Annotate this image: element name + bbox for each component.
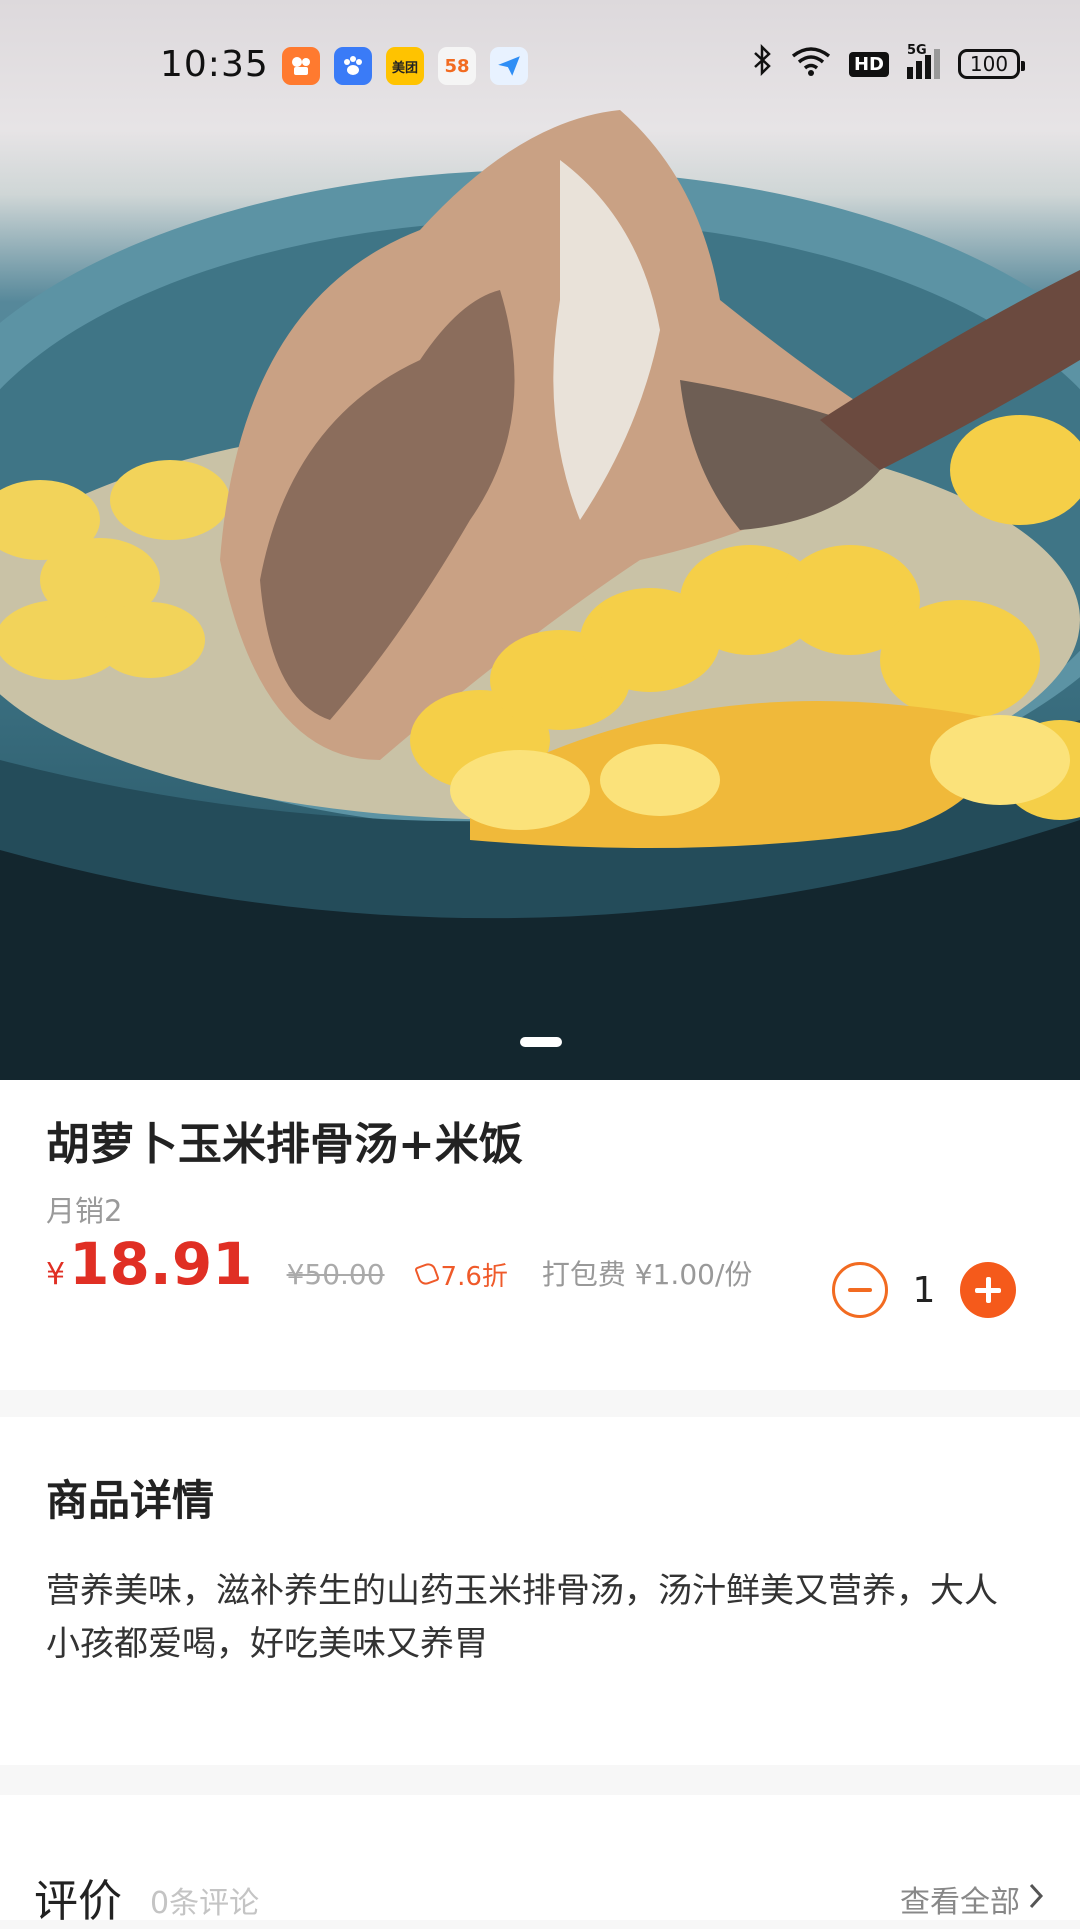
reviews-section: 评价 0条评论 查看全部 [0, 1795, 1080, 1927]
details-description: 营养美味，滋补养生的山药玉米排骨汤，汤汁鲜美又营养，大人小孩都爱喝，好吃美味又养… [46, 1571, 998, 1664]
original-price: ¥50.00 [286, 1258, 385, 1291]
baidu-app-icon [334, 47, 372, 85]
plus-icon-vertical [985, 1277, 991, 1303]
view-all-reviews-link[interactable]: 查看全部 [900, 1877, 1044, 1921]
quantity-value: 1 [912, 1269, 936, 1311]
reviews-count: 0条评论 [150, 1886, 260, 1921]
meituan-label: 美团 [391, 60, 418, 76]
kuaishou-app-icon [282, 47, 320, 85]
meituan-app-icon: 美团 [386, 47, 424, 85]
image-page-indicator [520, 1037, 562, 1047]
monthly-sales: 月销2 [46, 1194, 123, 1228]
chevron-right-icon [1028, 1880, 1044, 1918]
price-currency: ¥ [46, 1257, 66, 1292]
minus-icon [848, 1288, 872, 1292]
58-label: 58 [444, 55, 470, 77]
soup-photo [0, 110, 1080, 1080]
status-time: 10:35 [160, 44, 269, 85]
product-info-card: 胡萝卜玉米排骨汤+米饭 月销2 ¥ 18.91 ¥50.00 7.6折 打包费 … [0, 1080, 1080, 1390]
discount-label: 7.6折 [440, 1261, 508, 1292]
quantity-stepper[interactable]: 1 [832, 1262, 1016, 1318]
signal-icon: 5G [907, 43, 940, 79]
status-bar: 10:35 美团 58 HD 5G 100 [0, 0, 1080, 140]
hd-badge: HD [848, 51, 889, 77]
product-title: 胡萝卜玉米排骨汤+米饭 [46, 1119, 523, 1170]
discount-badge: 7.6折 [413, 1256, 508, 1293]
notification-icons: 美团 58 [282, 47, 528, 85]
product-details-card: 商品详情 营养美味，滋补养生的山药玉米排骨汤，汤汁鲜美又营养，大人小孩都爱喝，好… [0, 1417, 1080, 1765]
system-status-icons: HD 5G 100 [751, 43, 1025, 84]
current-price: 18.91 [69, 1230, 253, 1298]
discount-tag-icon [413, 1261, 440, 1287]
network-type: 5G [907, 43, 927, 58]
bluetooth-icon [751, 43, 773, 84]
product-image[interactable] [0, 0, 1080, 1080]
send-app-icon [490, 47, 528, 85]
details-title: 商品详情 [46, 1476, 215, 1525]
wifi-icon [791, 46, 831, 82]
price-row: ¥ 18.91 ¥50.00 7.6折 打包费 ¥1.00/份 [46, 1230, 752, 1298]
reviews-title: 评价 [34, 1876, 122, 1927]
battery-icon: 100 [958, 49, 1025, 79]
packaging-fee: 打包费 ¥1.00/份 [541, 1258, 753, 1291]
decrease-quantity-button[interactable] [832, 1262, 888, 1318]
battery-level: 100 [969, 52, 1009, 76]
58-app-icon: 58 [438, 47, 476, 85]
view-all-label: 查看全部 [900, 1885, 1020, 1920]
increase-quantity-button[interactable] [960, 1262, 1016, 1318]
